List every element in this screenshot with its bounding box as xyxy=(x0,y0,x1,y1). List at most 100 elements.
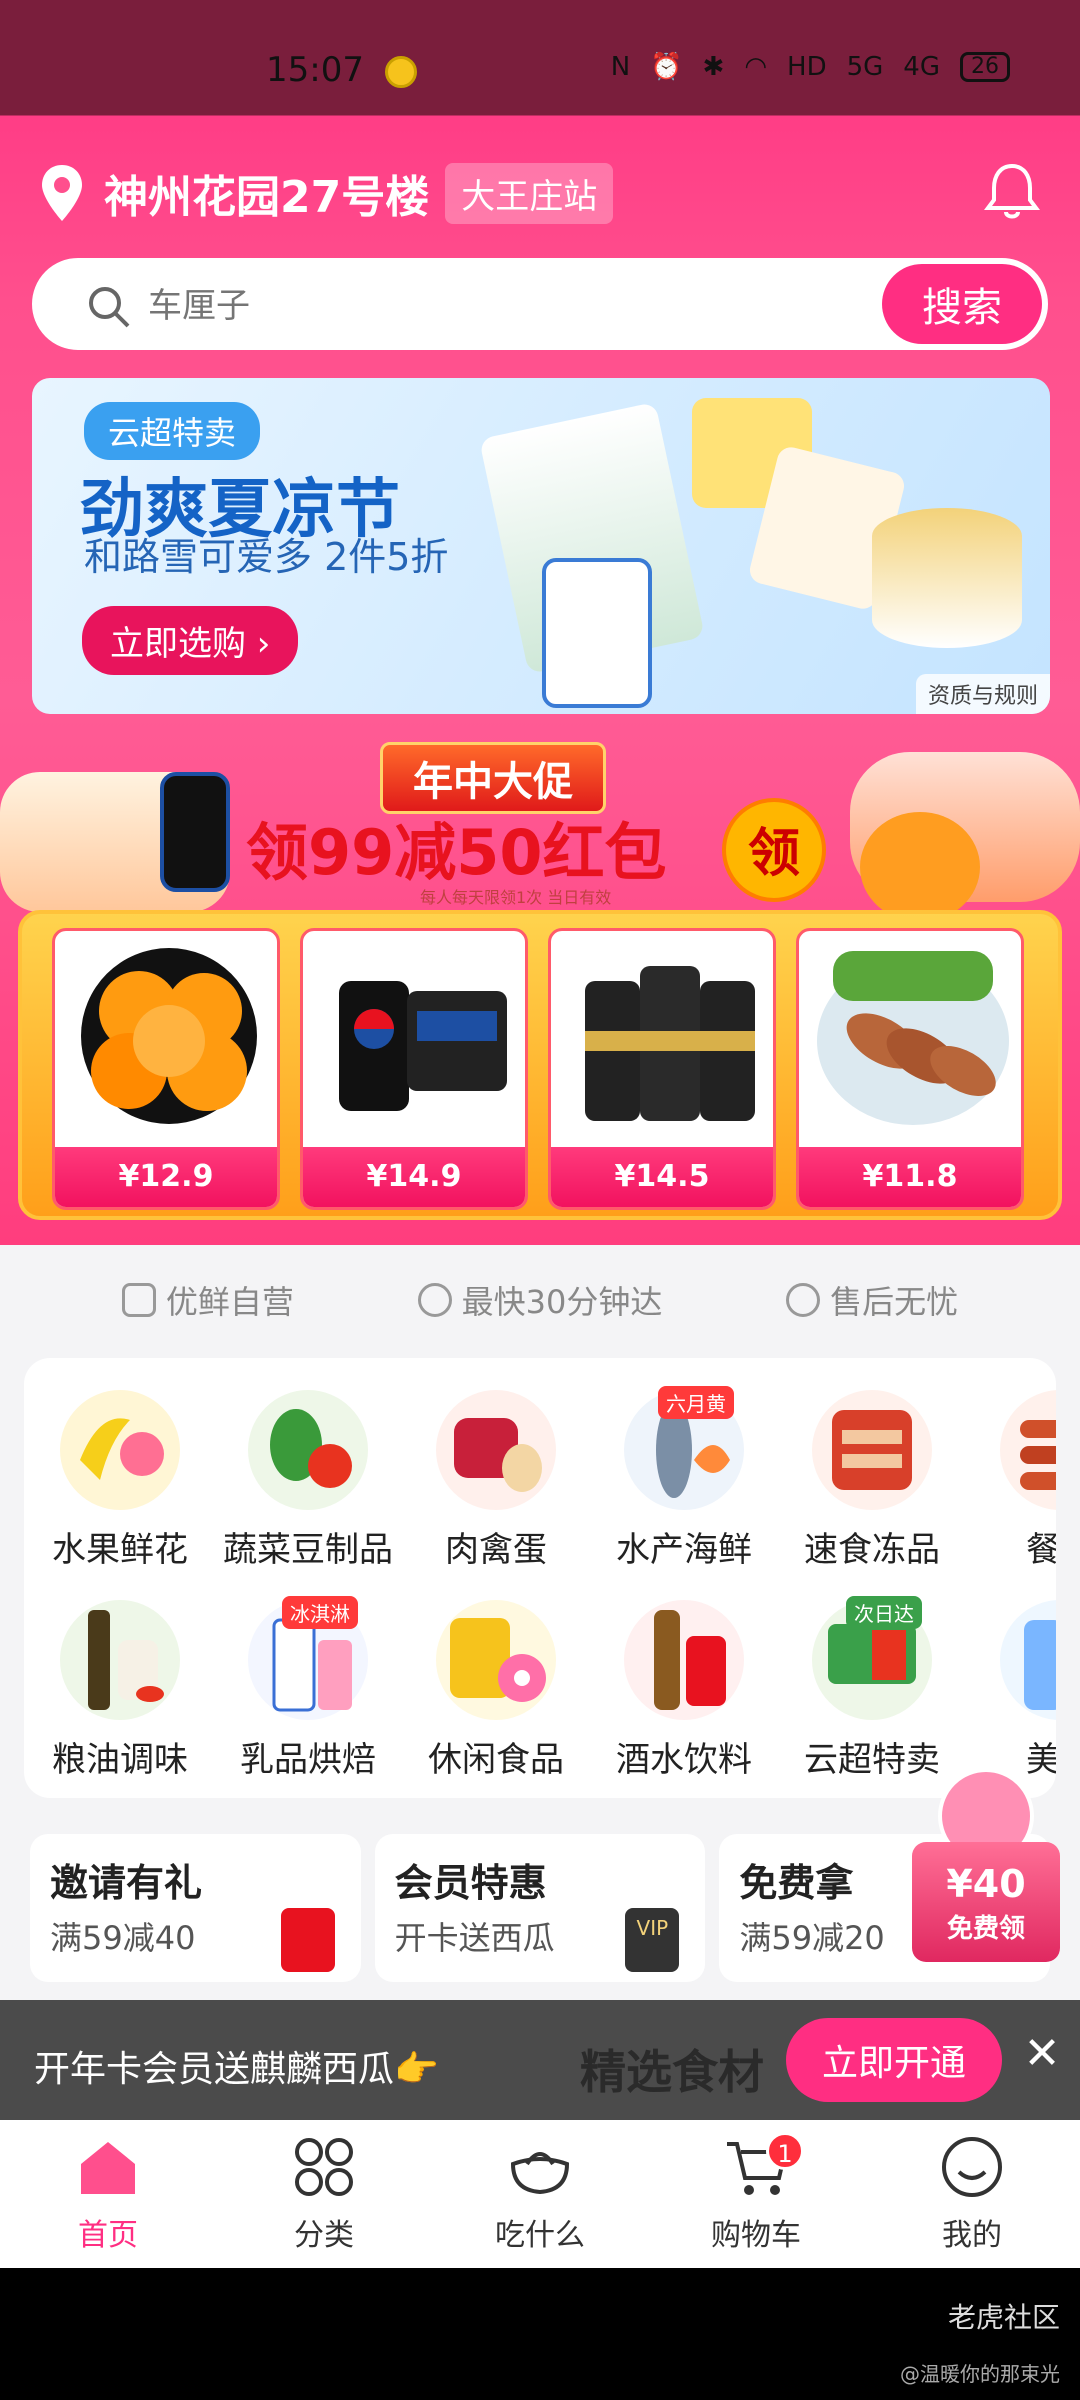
bluetooth-icon: ✱ xyxy=(702,52,725,82)
cart-count-badge: 1 xyxy=(766,2132,804,2170)
benefit-cards: 邀请有礼 满59减40 会员特惠 开卡送西瓜 VIP 免费拿 满59减20 xyxy=(30,1834,1051,1982)
bottom-tab-bar: 首页 分类 吃什么 1 购物车 我的 xyxy=(0,2120,1080,2268)
signal-4g-icon: 4G xyxy=(903,52,940,82)
promo-goods-card[interactable]: ¥14.5 xyxy=(548,928,776,1210)
tab-label: 首页 xyxy=(78,2218,138,2253)
care-products-icon xyxy=(1000,1600,1056,1720)
tab-label: 我的 xyxy=(942,2218,1002,2253)
open-membership-button[interactable]: 立即开通 xyxy=(786,2018,1002,2102)
status-bar: 15:07 N ⏰ ✱ ◠ HD 5G 4G 26 xyxy=(0,0,1080,115)
category-dining[interactable]: 餐饮 xyxy=(970,1390,1056,1571)
grid-icon xyxy=(295,2138,353,2196)
red-envelope-icon xyxy=(280,1908,335,1972)
meat-icon xyxy=(436,1390,556,1510)
product-image xyxy=(872,508,1022,648)
signal-5g-icon: 5G xyxy=(846,52,884,82)
location-selector[interactable]: 神州花园27号楼 大王庄站 xyxy=(40,160,614,226)
promo-goods-card[interactable]: ¥12.9 xyxy=(52,928,280,1210)
fruits-icon xyxy=(60,1390,180,1510)
membership-text: 开年卡会员送麒麟西瓜👉 xyxy=(34,2049,439,2090)
search-bar[interactable]: 搜索 xyxy=(32,258,1048,350)
card-title: 邀请有礼 xyxy=(50,1861,203,1905)
card-title: 会员特惠 xyxy=(394,1861,547,1905)
watsons-image xyxy=(585,966,755,1121)
section-title-behind: 精选食材 xyxy=(580,2045,764,2099)
watermark-brand: 老虎社区 xyxy=(947,2301,1060,2334)
goods-price: ¥14.5 xyxy=(551,1147,773,1207)
search-button[interactable]: 搜索 xyxy=(882,264,1042,344)
membership-bar: 精选食材 开年卡会员送麒麟西瓜👉 立即开通 ✕ xyxy=(0,2000,1080,2120)
station-badge: 大王庄站 xyxy=(445,162,614,224)
frozen-food-icon xyxy=(812,1390,932,1510)
floating-coupon[interactable]: ¥40 免费领 xyxy=(908,1752,1068,1972)
tab-label: 吃什么 xyxy=(495,2218,585,2253)
tab-home[interactable]: 首页 xyxy=(0,2120,216,2268)
assurance-label: 优鲜自营 xyxy=(165,1283,294,1321)
vegetables-icon xyxy=(248,1390,368,1510)
sausage-icon xyxy=(1000,1390,1056,1510)
status-icons: N ⏰ ✱ ◠ HD 5G 4G 26 xyxy=(611,52,1010,82)
category-dairy-bakery[interactable]: 冰淇淋 乳品烘焙 xyxy=(218,1596,398,1781)
goods-price: ¥11.8 xyxy=(799,1147,1021,1207)
close-icon[interactable]: ✕ xyxy=(1018,2028,1066,2088)
category-seafood[interactable]: 六月黄 水产海鲜 xyxy=(594,1386,774,1571)
headset-icon xyxy=(786,1283,821,1317)
nfc-icon: N xyxy=(610,52,631,82)
promo-goods-card[interactable]: ¥11.8 xyxy=(796,928,1024,1210)
tab-category[interactable]: 分类 xyxy=(216,2120,432,2268)
vip-icon: VIP xyxy=(625,1908,680,1972)
location-pin-icon xyxy=(42,165,82,221)
category-quick-frozen[interactable]: 速食冻品 xyxy=(782,1390,962,1571)
tab-cart[interactable]: 1 购物车 xyxy=(648,2120,864,2268)
category-fruits-flowers[interactable]: 水果鲜花 xyxy=(30,1390,210,1571)
assurance-item: 优鲜自营 xyxy=(121,1277,294,1323)
battery-icon: 26 xyxy=(960,52,1010,82)
pepsi-image xyxy=(339,981,507,1111)
oranges-image xyxy=(81,948,257,1124)
home-icon xyxy=(81,2142,135,2194)
banner-subtitle: 和路雪可爱多 2件5折 xyxy=(84,535,449,579)
promo-goods-card[interactable]: ¥14.9 xyxy=(300,928,528,1210)
snacks-icon xyxy=(436,1600,556,1720)
promo-banner[interactable]: 云超特卖 劲爽夏凉节 和路雪可爱多 2件5折 立即选购 › 资质与规则 xyxy=(32,378,1050,714)
dairy-flag: 冰淇淋 xyxy=(282,1596,358,1629)
sale-flag: 次日达 xyxy=(846,1596,922,1629)
product-image xyxy=(542,558,652,708)
smile-icon xyxy=(942,2137,1002,2197)
alarm-icon: ⏰ xyxy=(650,52,683,82)
lightning-icon xyxy=(417,1283,452,1317)
category-vegetables[interactable]: 蔬菜豆制品 xyxy=(218,1390,398,1571)
promo-coupon-title[interactable]: 领99减50红包 xyxy=(246,802,667,892)
orange-decoration xyxy=(860,812,980,922)
category-meat-eggs[interactable]: 肉禽蛋 xyxy=(406,1390,586,1571)
oil-icon xyxy=(60,1600,180,1720)
buy-now-button[interactable]: 立即选购 › xyxy=(82,606,299,675)
tab-label: 购物车 xyxy=(711,2218,801,2253)
category-drinks[interactable]: 酒水饮料 xyxy=(594,1600,774,1781)
assurance-label: 售后无忧 xyxy=(830,1283,959,1321)
assurance-item: 售后无忧 xyxy=(786,1277,958,1323)
hd-icon: HD xyxy=(787,52,827,82)
search-icon xyxy=(89,287,130,328)
tab-mine[interactable]: 我的 xyxy=(864,2120,1080,2268)
search-input[interactable] xyxy=(148,276,848,336)
bowl-icon xyxy=(510,2152,570,2195)
tab-label: 分类 xyxy=(294,2218,354,2253)
promo-note: 每人每天限领1次 当日有效 xyxy=(420,888,612,907)
notification-bell-icon[interactable] xyxy=(980,160,1044,224)
emoji-icon xyxy=(385,56,417,88)
location-name: 神州花园27号楼 xyxy=(104,172,430,223)
chicken-image xyxy=(817,951,1009,1125)
rules-link[interactable]: 资质与规则 xyxy=(915,674,1050,714)
wifi-icon: ◠ xyxy=(744,52,768,82)
claim-coupon-button[interactable]: 领 xyxy=(722,798,826,902)
category-grain-oil[interactable]: 粮油调味 xyxy=(30,1600,210,1781)
assurance-item: 最快30分钟达 xyxy=(417,1277,662,1323)
member-card[interactable]: 会员特惠 开卡送西瓜 VIP xyxy=(374,1834,706,1982)
goods-price: ¥14.9 xyxy=(303,1147,525,1207)
tab-what-to-eat[interactable]: 吃什么 xyxy=(432,2120,648,2268)
invite-card[interactable]: 邀请有礼 满59减40 xyxy=(30,1834,361,1982)
coupon-amount: ¥40 xyxy=(946,1862,1026,1906)
goods-price: ¥12.9 xyxy=(55,1147,277,1207)
category-snacks[interactable]: 休闲食品 xyxy=(406,1600,586,1781)
